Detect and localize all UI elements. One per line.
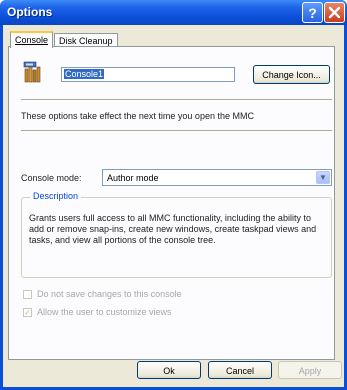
cancel-button[interactable]: Cancel (208, 361, 272, 379)
console-mode-label: Console mode: (21, 173, 82, 183)
apply-button[interactable]: Apply (278, 361, 342, 379)
svg-text:?: ? (308, 5, 317, 21)
mmc-console-icon (23, 61, 43, 83)
options-dialog: Options ? Console Disk Cleanup Console1 … (0, 0, 347, 390)
close-button[interactable] (324, 2, 345, 23)
title-bar[interactable]: Options ? (0, 0, 347, 25)
console-name-input[interactable]: Console1 (61, 67, 235, 82)
do-not-save-checkbox[interactable] (23, 290, 32, 299)
console-name-value: Console1 (62, 68, 106, 80)
do-not-save-label: Do not save changes to this console (37, 289, 182, 299)
window-title: Options (7, 5, 53, 19)
allow-customize-label: Allow the user to customize views (37, 307, 172, 317)
allow-customize-checkbox[interactable]: ✓ (23, 308, 32, 317)
close-icon (328, 6, 341, 19)
chevron-down-icon[interactable]: ▼ (316, 171, 330, 184)
separator (21, 99, 332, 101)
info-text: These options take effect the next time … (21, 111, 254, 121)
ok-button[interactable]: Ok (137, 361, 201, 379)
description-text: Grants users full access to all MMC func… (29, 213, 317, 245)
help-icon: ? (308, 5, 317, 21)
help-button[interactable]: ? (302, 2, 323, 23)
console-mode-select[interactable]: Author mode ▼ (102, 169, 332, 186)
change-icon-button[interactable]: Change Icon... (253, 65, 330, 84)
console-mode-value: Author mode (107, 173, 159, 183)
separator (21, 130, 332, 132)
dialog-body: Console Disk Cleanup Console1 Change Ico… (3, 25, 344, 387)
tab-console[interactable]: Console (10, 31, 54, 48)
description-label: Description (30, 191, 82, 201)
